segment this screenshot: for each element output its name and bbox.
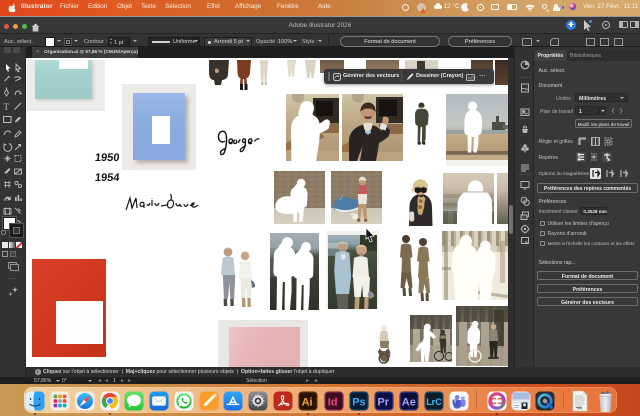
- svg-text:Ai: Ai: [302, 396, 313, 408]
- svg-text:Id: Id: [328, 396, 338, 408]
- svg-text:Pr: Pr: [377, 396, 389, 408]
- svg-text:T: T: [4, 102, 10, 112]
- svg-text:Ae: Ae: [402, 396, 416, 408]
- svg-text:LrC: LrC: [426, 396, 442, 406]
- svg-text:AO: AO: [468, 75, 475, 80]
- svg-text:Ps: Ps: [352, 396, 365, 408]
- svg-text:T: T: [453, 399, 456, 404]
